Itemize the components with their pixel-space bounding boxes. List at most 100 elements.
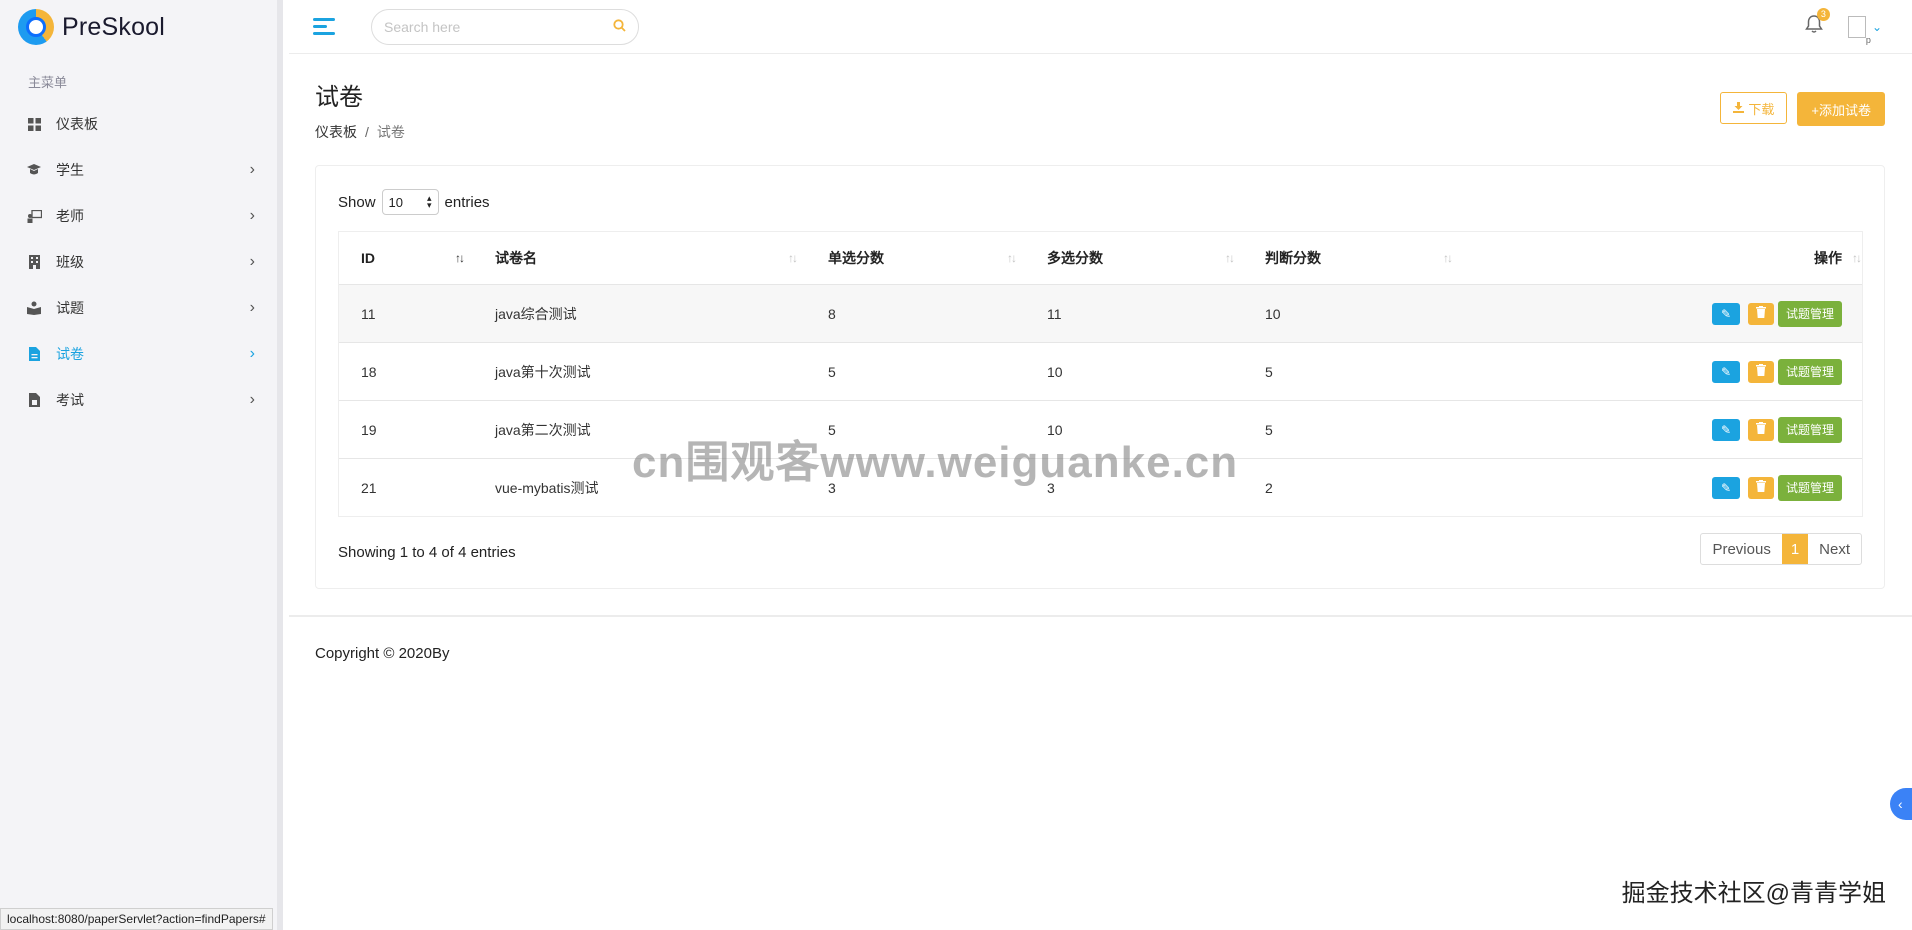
delete-button[interactable] [1747, 360, 1774, 383]
edit-button[interactable]: ✎ [1711, 476, 1740, 499]
sidebar-item-questions[interactable]: 试题 › [0, 285, 277, 331]
trash-icon [1755, 306, 1766, 321]
trash-icon [1755, 480, 1766, 495]
column-header-label: ID [361, 250, 375, 266]
column-header-label: 判断分数 [1265, 250, 1321, 266]
chevron-right-icon: › [249, 345, 255, 362]
table-info: Showing 1 to 4 of 4 entries [338, 544, 516, 561]
pencil-icon: ✎ [1720, 306, 1732, 321]
page-content: 试卷 仪表板 / 试卷 下载 +添加试卷 Show 10 ▴ ▾ entries ID… [289, 55, 1912, 930]
cell-name: java综合测试 [495, 305, 577, 322]
top-header: 3 ⌄ [289, 0, 1912, 54]
manage-questions-button[interactable]: 试题管理 [1777, 300, 1842, 327]
cell-judge: 5 [1265, 363, 1273, 380]
pagination-page-1[interactable]: 1 [1781, 534, 1809, 564]
chevron-right-icon: › [249, 391, 255, 408]
table-row: 21 vue-mybatis测试 3 3 2 ✎ 试题管理 [339, 458, 1862, 516]
breadcrumb: 仪表板 / 试卷 [315, 122, 405, 142]
delete-button[interactable] [1747, 476, 1774, 499]
table-row: 18 java第十次测试 5 10 5 ✎ 试题管理 [339, 342, 1862, 400]
sidebar-item-label: 老师 [56, 208, 84, 224]
building-icon [26, 254, 42, 270]
add-paper-button[interactable]: +添加试卷 [1797, 92, 1885, 126]
edit-button[interactable]: ✎ [1711, 360, 1740, 383]
manage-questions-button[interactable]: 试题管理 [1777, 416, 1842, 443]
logo-icon [18, 9, 54, 45]
cell-judge: 5 [1265, 421, 1273, 438]
search-input[interactable] [384, 18, 613, 35]
cell-single: 8 [828, 305, 836, 322]
cell-single: 3 [828, 479, 836, 496]
menu-title: 主菜单 [28, 75, 68, 90]
column-header-id[interactable]: ID ↑↓ [339, 232, 473, 284]
sidebar-item-students[interactable]: 学生 › [0, 147, 277, 193]
sidebar-item-dashboard[interactable]: 仪表板 [0, 101, 277, 147]
column-header-label: 操作 [1814, 250, 1842, 266]
column-header-single[interactable]: 单选分数 ↑↓ [806, 232, 1025, 284]
download-button[interactable]: 下载 [1720, 92, 1788, 124]
column-header-judge[interactable]: 判断分数 ↑↓ [1243, 232, 1461, 284]
papers-table: ID ↑↓ 试卷名 ↑↓ 单选分数 ↑↓ 多选分数 ↑↓ 判断分数 ↑↓ 操作 ↑↓ 11 … [338, 231, 1863, 517]
cell-multi: 3 [1047, 479, 1055, 496]
sort-icon: ↑↓ [1852, 251, 1862, 265]
cell-id: 21 [361, 479, 377, 496]
download-icon [1733, 101, 1745, 116]
brand-name: PreSkool [62, 12, 166, 41]
pagination-previous[interactable]: Previous [1701, 534, 1781, 564]
sidebar-item-teachers[interactable]: 老师 › [0, 193, 277, 239]
trash-icon [1755, 364, 1766, 379]
cell-judge: 10 [1265, 305, 1281, 322]
status-url: localhost:8080/paperServlet?action=findP… [0, 908, 273, 930]
column-header-label: 多选分数 [1047, 250, 1103, 266]
entries-label: entries [444, 193, 490, 211]
menu-toggle-icon[interactable] [313, 18, 335, 35]
page-size-select[interactable]: 10 ▴ ▾ [381, 189, 439, 215]
avatar [1847, 15, 1871, 45]
pagination-next[interactable]: Next [1808, 534, 1861, 564]
sort-icon: ↑↓ [1225, 251, 1235, 265]
graduation-cap-icon [26, 162, 42, 178]
column-header-actions[interactable]: 操作 ↑↓ [1461, 232, 1862, 284]
brand[interactable]: PreSkool [0, 0, 277, 54]
manage-questions-button[interactable]: 试题管理 [1777, 474, 1842, 501]
column-header-label: 单选分数 [828, 250, 884, 266]
cell-name: vue-mybatis测试 [495, 479, 599, 496]
chevron-right-icon: › [249, 161, 255, 178]
footer-divider [289, 615, 1912, 617]
notification-badge: 3 [1816, 7, 1830, 21]
file-icon [26, 346, 42, 362]
column-header-name[interactable]: 试卷名 ↑↓ [473, 232, 806, 284]
page-size-value: 10 [388, 194, 403, 210]
notification-bell-icon[interactable]: 3 [1804, 7, 1830, 40]
column-header-label: 试卷名 [495, 250, 537, 266]
search-icon[interactable] [613, 18, 626, 35]
cell-judge: 2 [1265, 479, 1273, 496]
cell-actions: ✎ 试题管理 [1461, 285, 1862, 342]
grid-icon [26, 116, 42, 132]
delete-button[interactable] [1747, 302, 1774, 325]
table-row: 11 java综合测试 8 11 10 ✎ 试题管理 [339, 284, 1862, 342]
manage-questions-button[interactable]: 试题管理 [1777, 358, 1842, 385]
table-header: ID ↑↓ 试卷名 ↑↓ 单选分数 ↑↓ 多选分数 ↑↓ 判断分数 ↑↓ 操作 ↑↓ [339, 232, 1862, 284]
sidebar-item-classes[interactable]: 班级 › [0, 239, 277, 285]
edit-button[interactable]: ✎ [1711, 302, 1740, 325]
settings-drawer-toggle[interactable]: ‹ [1890, 788, 1912, 820]
sort-icon: ↑↓ [1007, 251, 1017, 265]
search-box [371, 8, 639, 45]
cell-actions: ✎ 试题管理 [1461, 459, 1862, 516]
corner-watermark: 掘金技术社区@青青学姐 [1621, 880, 1886, 907]
chalkboard-teacher-icon [26, 208, 42, 224]
clipboard-icon [26, 392, 42, 408]
sidebar-item-exams[interactable]: 考试 › [0, 377, 277, 423]
edit-button[interactable]: ✎ [1711, 418, 1740, 441]
sidebar-item-papers[interactable]: 试卷 › [0, 331, 277, 377]
delete-button[interactable] [1747, 418, 1774, 441]
column-header-multi[interactable]: 多选分数 ↑↓ [1025, 232, 1243, 284]
sort-icon: ↑↓ [788, 251, 798, 265]
breadcrumb-separator: / [365, 124, 369, 140]
breadcrumb-home[interactable]: 仪表板 [315, 124, 357, 140]
user-menu[interactable]: ⌄ [1847, 15, 1882, 45]
cell-multi: 10 [1047, 363, 1063, 380]
cell-id: 19 [361, 421, 377, 438]
download-label: 下载 [1748, 101, 1775, 117]
